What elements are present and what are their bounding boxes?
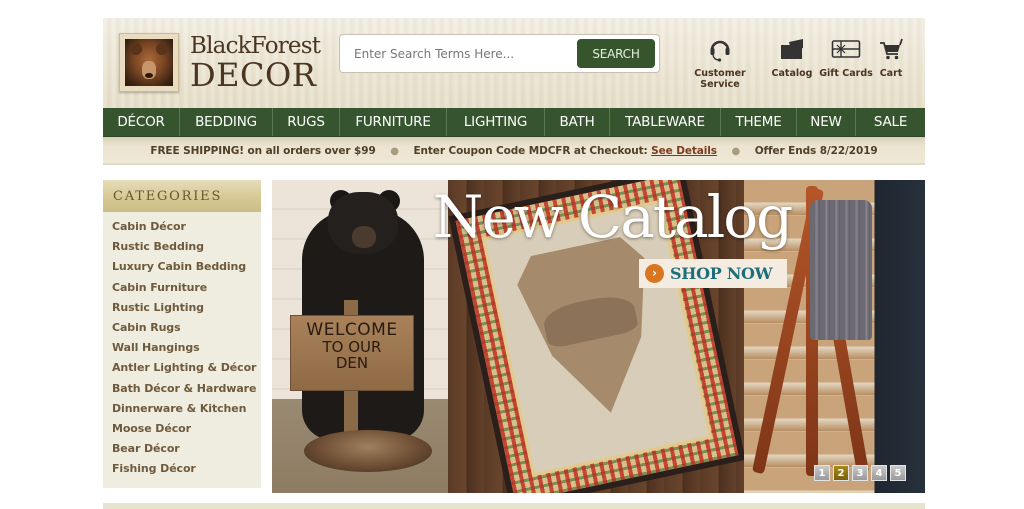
search-input[interactable] [348, 43, 568, 65]
nav-theme[interactable]: THEME [721, 108, 797, 136]
category-item[interactable]: Bear Décor [103, 439, 261, 459]
search-button[interactable]: SEARCH [577, 39, 655, 68]
slide-dot-1[interactable]: 1 [814, 465, 830, 481]
nav-decor[interactable]: DÉCOR [103, 108, 180, 136]
cart-label: Cart [879, 68, 903, 79]
logo-line-2: DECOR [190, 56, 317, 94]
nav-rugs[interactable]: RUGS [273, 108, 340, 136]
category-item[interactable]: Bath Décor & Hardware [103, 379, 261, 399]
slide-dot-5[interactable]: 5 [890, 465, 906, 481]
nav-new[interactable]: NEW [797, 108, 856, 136]
see-details-link[interactable]: See Details [651, 145, 717, 157]
slide-dot-3[interactable]: 3 [852, 465, 868, 481]
bear-photo [125, 39, 173, 86]
category-item[interactable]: Rustic Bedding [103, 237, 261, 257]
slide-dot-4[interactable]: 4 [871, 465, 887, 481]
separator-dot: ● [390, 146, 399, 157]
logo-text[interactable]: BlackForest DECOR [190, 33, 321, 94]
category-item[interactable]: Wall Hangings [103, 338, 261, 358]
header: BlackForest DECOR SEARCH Customer Servic… [103, 18, 925, 108]
chevron-right-icon: › [645, 264, 664, 283]
category-item[interactable]: Luxury Cabin Bedding [103, 257, 261, 277]
category-item[interactable]: Cabin Furniture [103, 278, 261, 298]
category-item[interactable]: Antler Lighting & Décor [103, 358, 261, 378]
category-item[interactable]: Cabin Décor [103, 217, 261, 237]
sign-line-3: DEN [335, 353, 369, 372]
gift-card-icon [819, 36, 873, 62]
nav-bath[interactable]: BATH [545, 108, 610, 136]
logo-line-1: BlackForest [190, 33, 321, 59]
promo-bar: FREE SHIPPING! on all orders over $99 ● … [103, 137, 925, 165]
category-item[interactable]: Cabin Rugs [103, 318, 261, 338]
nav-tableware[interactable]: TABLEWARE [610, 108, 721, 136]
main-nav: DÉCOR BEDDING RUGS FURNITURE LIGHTING BA… [103, 108, 925, 137]
plaid-shirt [810, 200, 872, 340]
gift-cards-label: Gift Cards [819, 68, 873, 79]
shop-now-label: SHOP NOW [670, 264, 773, 283]
categories-list: Cabin Décor Rustic Bedding Luxury Cabin … [103, 212, 261, 479]
category-item[interactable]: Rustic Lighting [103, 298, 261, 318]
search-box: SEARCH [339, 34, 660, 73]
customer-service-link[interactable]: Customer Service [675, 36, 765, 90]
logo-bear-image[interactable] [119, 33, 179, 92]
categories-sidebar: CATEGORIES Cabin Décor Rustic Bedding Lu… [103, 180, 261, 488]
site-container: BlackForest DECOR SEARCH Customer Servic… [103, 18, 925, 493]
promo-shipping: FREE SHIPPING! on all orders over $99 [150, 145, 376, 157]
category-item[interactable]: Moose Décor [103, 419, 261, 439]
promo-offer-end: Offer Ends 8/22/2019 [754, 145, 878, 157]
hero-title: New Catalog [432, 183, 794, 251]
hero-banner[interactable]: WELCOME TO OUR DEN New Catalog › SHOP NO… [272, 180, 925, 493]
category-item[interactable]: Dinnerware & Kitchen [103, 399, 261, 419]
separator-dot: ● [731, 146, 741, 157]
categories-heading: CATEGORIES [103, 180, 261, 212]
nav-lighting[interactable]: LIGHTING [447, 108, 545, 136]
cart-link[interactable]: Cart [877, 36, 905, 79]
promo-coupon: Enter Coupon Code MDCFR at Checkout: [413, 145, 648, 157]
slide-dot-2[interactable]: 2 [833, 465, 849, 481]
nav-furniture[interactable]: FURNITURE [340, 108, 447, 136]
category-item[interactable]: Fishing Décor [103, 459, 261, 479]
nav-bedding[interactable]: BEDDING [180, 108, 273, 136]
shop-now-button[interactable]: › SHOP NOW [639, 259, 787, 288]
catalog-icon [771, 36, 813, 62]
slide-pager: 1 2 3 4 5 [814, 465, 906, 481]
gift-cards-link[interactable]: Gift Cards [819, 36, 873, 79]
bear-statue-image: WELCOME TO OUR DEN [272, 180, 448, 493]
catalog-link[interactable]: Catalog [771, 36, 813, 79]
headset-icon [675, 36, 765, 62]
footer-strip [103, 503, 925, 509]
catalog-label: Catalog [771, 68, 813, 79]
nav-sale[interactable]: SALE [856, 108, 925, 136]
cart-icon [877, 36, 905, 62]
welcome-sign: WELCOME TO OUR DEN [290, 315, 414, 391]
customer-service-label: Customer Service [694, 68, 746, 90]
